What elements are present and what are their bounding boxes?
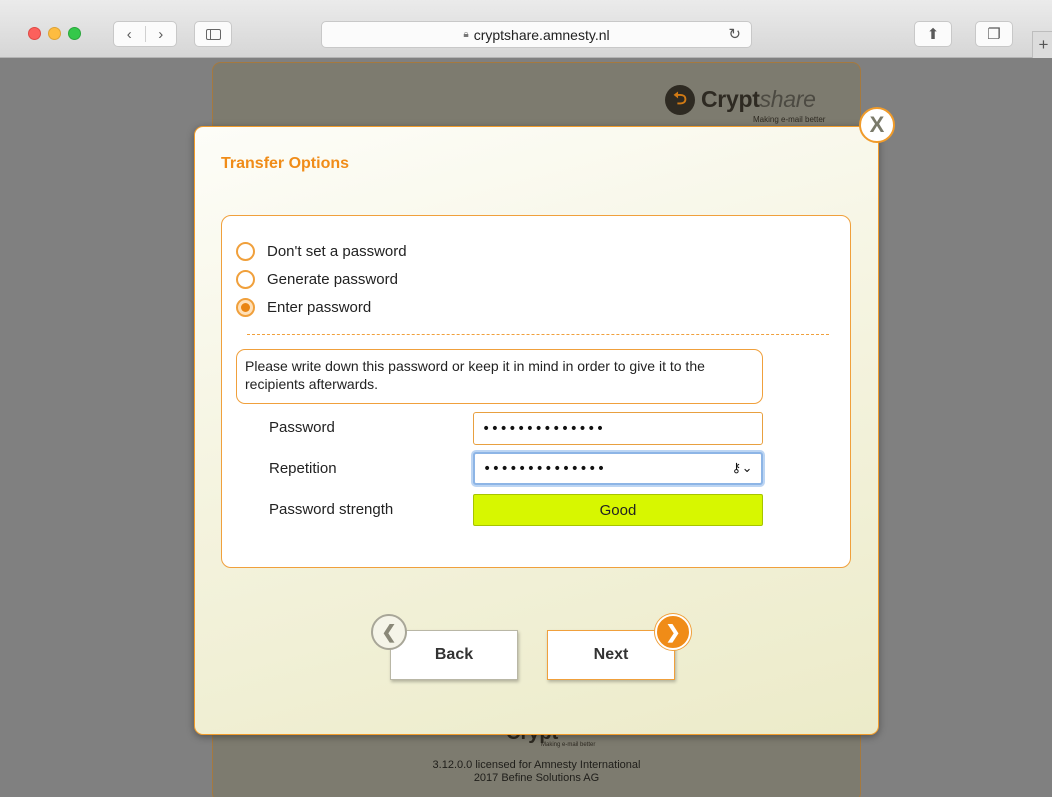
minimize-window-button[interactable] xyxy=(48,27,61,40)
browser-toolbar: ‹ › 🔒︎ cryptshare.amnesty.nl ↻ ⬆︎ ❐ + xyxy=(0,0,1052,58)
strength-value: Good xyxy=(599,501,637,519)
radio-label: Enter password xyxy=(267,299,372,316)
repetition-value: •••••••••••••• xyxy=(483,460,606,477)
next-arrow-icon[interactable]: ❯ xyxy=(655,614,691,650)
radio-button-selected[interactable] xyxy=(236,298,255,317)
password-note: Please write down this password or keep … xyxy=(236,349,763,404)
tabs-button[interactable]: ❐ xyxy=(975,21,1013,47)
close-window-button[interactable] xyxy=(28,27,41,40)
fullscreen-window-button[interactable] xyxy=(68,27,81,40)
share-icon: ⬆︎ xyxy=(926,26,940,43)
sidebar-toggle-button[interactable] xyxy=(194,21,232,47)
tabs-icon: ❐ xyxy=(987,26,1001,43)
radio-label: Don't set a password xyxy=(267,243,407,260)
sidebar-icon xyxy=(205,28,221,40)
radio-button[interactable] xyxy=(236,270,255,289)
license-text: 3.12.0.0 licensed for Amnesty Internatio… xyxy=(432,759,641,771)
footer-logo-tagline: Making e-mail better xyxy=(541,742,596,748)
key-autofill-icon[interactable]: ⚷⌄ xyxy=(732,461,753,476)
radio-no-password[interactable]: Don't set a password xyxy=(236,242,407,261)
address-bar[interactable]: 🔒︎ cryptshare.amnesty.nl ↻ xyxy=(321,21,752,48)
logo-wordmark: Cryptshare xyxy=(701,86,816,112)
dashed-divider xyxy=(247,334,829,335)
reload-icon[interactable]: ↻ xyxy=(728,25,741,43)
repetition-field[interactable]: •••••••••••••• ⚷⌄ xyxy=(473,452,763,485)
next-label: Next xyxy=(593,646,629,663)
back-arrow-icon[interactable]: ❮ xyxy=(371,614,407,650)
dialog-title: Transfer Options xyxy=(221,155,350,172)
back-label: Back xyxy=(434,646,474,663)
password-label: Password xyxy=(269,419,335,436)
logo-tagline: Making e-mail better xyxy=(753,115,826,124)
footer-logo: Crypt Making e-mail better xyxy=(476,732,616,752)
url-text: cryptshare.amnesty.nl xyxy=(473,26,610,43)
radio-button[interactable] xyxy=(236,242,255,261)
lock-icon: 🔒︎ xyxy=(463,29,469,40)
nav-buttons: ‹ › xyxy=(113,21,177,47)
cryptshare-logo: ⮌ Cryptshare Making e-mail better xyxy=(665,82,845,127)
repetition-label: Repetition xyxy=(269,460,337,477)
cryptshare-logo-icon: ⮌ xyxy=(665,85,695,115)
share-button[interactable]: ⬆︎ xyxy=(914,21,952,47)
new-tab-button[interactable]: + xyxy=(1032,31,1052,58)
license-footer: 3.12.0.0 licensed for Amnesty Internatio… xyxy=(360,759,713,785)
chevron-right-icon[interactable]: › xyxy=(146,26,177,43)
radio-generate-password[interactable]: Generate password xyxy=(236,270,398,289)
chevron-left-icon[interactable]: ‹ xyxy=(114,26,145,43)
radio-enter-password[interactable]: Enter password xyxy=(236,298,371,317)
copyright-text: 2017 Befine Solutions AG xyxy=(473,772,600,784)
password-strength-meter: Good xyxy=(473,494,763,526)
password-field[interactable]: •••••••••••••• xyxy=(473,412,763,445)
close-dialog-button[interactable]: X xyxy=(859,107,895,143)
strength-label: Password strength xyxy=(269,501,394,518)
back-button[interactable]: Back xyxy=(390,630,518,680)
radio-label: Generate password xyxy=(267,271,398,288)
password-value: •••••••••••••• xyxy=(482,420,605,437)
